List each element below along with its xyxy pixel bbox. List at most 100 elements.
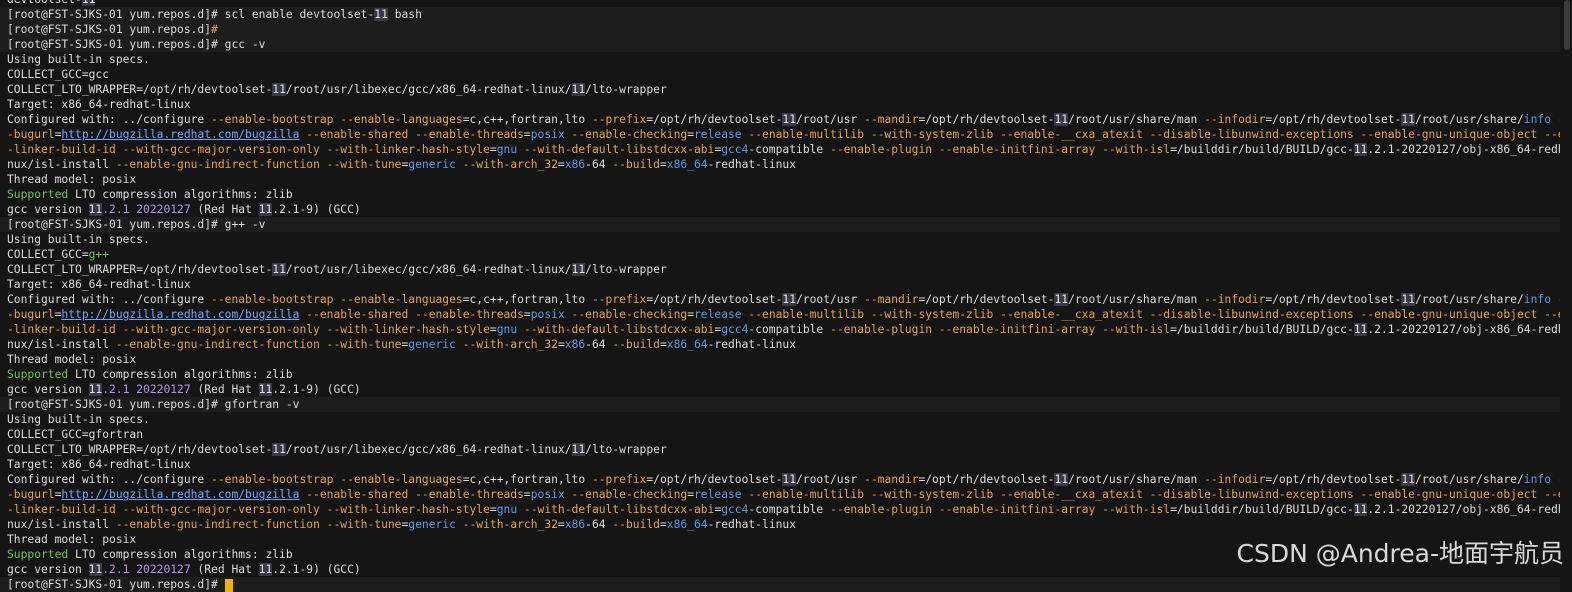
line-segment: Target: x86_64-redhat-linux [7,98,191,111]
output-line: Target: x86_64-redhat-linux [0,277,1560,292]
line-segment: .2.1-20220127/obj-x86_64-redhat-li [1367,323,1560,336]
line-segment: --with-arch_32 [455,338,558,351]
output-line: nux/isl-install --enable-gnu-indirect-fu… [0,517,1560,532]
line-segment: --with [1551,473,1560,486]
line-segment: LTO compression algorithms: zlib [68,548,293,561]
line-segment: =/opt/rh/devtoolset- [1265,113,1402,126]
output-line: COLLECT_GCC=gfortran [0,427,1560,442]
line-segment: = [523,488,531,501]
line-segment: nux/isl-install [7,338,116,351]
line-segment: COLLECT_LTO_WRAPPER=/opt/rh/devtoolset- [7,83,273,96]
line-segment: -compatible [748,323,831,336]
line-segment: generic [408,518,456,531]
line-segment: 11 [1054,113,1069,126]
output-line: nux/isl-install --enable-gnu-indirect-fu… [0,157,1560,172]
line-segment: -redhat-linux [707,518,797,531]
line-segment: -redhat-linux [707,158,797,171]
line-segment: =/opt/rh/devtoolset- [918,473,1055,486]
line-segment: 11 [1353,323,1368,336]
line-segment: info [1523,293,1552,306]
line-segment: -redhat-linux [707,338,797,351]
line-segment: --enable-gnu-indirect-function --with-tu… [115,518,402,531]
output-line: -bugurl = http://bugzilla.redhat.com/bugzi… [0,127,1560,142]
line-segment: /root/usr/share/ [1414,293,1524,306]
line-segment: info [1523,113,1552,126]
line-segment: --mandir [864,113,919,126]
line-segment: Configured with: ../configure [7,113,212,126]
output-line: -bugurl = http://bugzilla.redhat.com/bugzi… [0,487,1560,502]
line-segment: 11 [1401,473,1415,486]
line-segment: Supported [7,368,69,381]
line-segment: g++ -v [224,218,266,231]
line-segment: gcc -v [224,38,266,51]
line-segment: = [523,128,531,141]
line-segment: Using built-in specs. [7,413,150,426]
csdn-watermark: CSDN @Andrea-地面宇航员 [1236,539,1565,568]
line-segment: =/opt/rh/devtoolset- [1265,473,1402,486]
line-segment: --build [612,338,660,351]
scrollbar-thumb[interactable] [1564,0,1570,50]
line-segment: --prefix [591,473,647,486]
line-segment: -bugurl [7,488,55,501]
line-segment: .2.1 20220127 [102,383,191,396]
line-segment: --mandir [864,473,919,486]
line-segment: 11 [782,113,796,126]
line-segment: 11 [272,263,286,276]
line-segment: COLLECT_GCC= [7,248,89,261]
line-segment: devtoolset- [7,0,82,6]
terminal-scrollbar[interactable] [1562,0,1572,580]
terminal-output[interactable]: devtoolset-11[root@FST-SJKS-01 yum.repos… [0,0,1572,592]
line-segment: --enable-shared --enable-threads [299,128,524,141]
line-segment: --prefix [591,293,647,306]
output-line: Using built-in specs. [0,52,1560,67]
line-segment: Thread model: posix [7,173,137,186]
line-segment: /lto-wrapper [585,83,667,96]
output-line: gcc version 11.2.1 20220127 (Red Hat 11.… [0,202,1560,217]
line-segment: gcc version [7,383,89,396]
prompt-line: [root@FST-SJKS-01 yum.repos.d]# [0,22,1560,37]
output-line: Target: x86_64-redhat-linux [0,97,1560,112]
line-segment: gcc4 [721,323,749,336]
line-segment: /root/usr/share/ [1414,473,1524,486]
line-segment: =/opt/rh/devtoolset- [918,113,1055,126]
line-segment: /lto-wrapper [585,263,667,276]
line-segment: --prefix [591,113,647,126]
line-segment: .2.1-9) (GCC) [272,383,361,396]
line-segment: --enable-checking [564,128,688,141]
prompt-line: [root@FST-SJKS-01 yum.repos.d]# g++ -v [0,217,1560,232]
line-segment: = [489,143,497,156]
line-segment: posix [530,128,565,141]
line-segment: Supported [7,548,69,561]
output-line: Thread model: posix [0,352,1560,367]
line-segment: = [687,128,694,141]
line-segment: =/builddir/build/BUILD/gcc- [1170,323,1354,336]
line-segment: COLLECT_GCC=gfortran [7,428,144,441]
output-line: -bugurl = http://bugzilla.redhat.com/bugzi… [0,307,1560,322]
line-segment: [root@FST-SJKS-01 yum.repos.d]# [7,218,225,231]
line-segment: 11 [374,8,388,21]
line-segment: =/opt/rh/devtoolset- [1265,293,1402,306]
line-segment[interactable]: http://bugzilla.redhat.com/bugzilla [61,488,299,501]
line-segment: COLLECT_LTO_WRAPPER=/opt/rh/devtoolset- [7,443,273,456]
line-segment: Using built-in specs. [7,53,150,66]
line-segment: --with-default-libstdcxx-abi [517,323,715,336]
line-segment: = [659,518,667,531]
line-segment: = [489,503,497,516]
line-segment: x86_64 [666,338,708,351]
output-line: gcc version 11.2.1 20220127 (Red Hat 11.… [0,382,1560,397]
line-segment: /root/usr/share/man [1068,113,1205,126]
line-segment: .2.1-9) (GCC) [272,563,361,576]
line-segment: -linker-build-id --with-gcc-major-versio… [7,323,490,336]
output-line: Thread model: posix [0,172,1560,187]
output-line: Using built-in specs. [0,232,1560,247]
line-segment: gcc version [7,203,89,216]
line-segment[interactable]: http://bugzilla.redhat.com/bugzilla [61,308,299,321]
line-segment: --infodir [1204,293,1266,306]
line-segment: x86_64 [666,518,708,531]
line-segment: -bugurl [7,308,55,321]
line-segment: gnu [496,143,518,156]
line-segment: release [694,128,742,141]
prompt-line: [root@FST-SJKS-01 yum.repos.d]# [0,577,1560,592]
line-segment: = [557,338,565,351]
line-segment[interactable]: http://bugzilla.redhat.com/bugzilla [61,128,299,141]
